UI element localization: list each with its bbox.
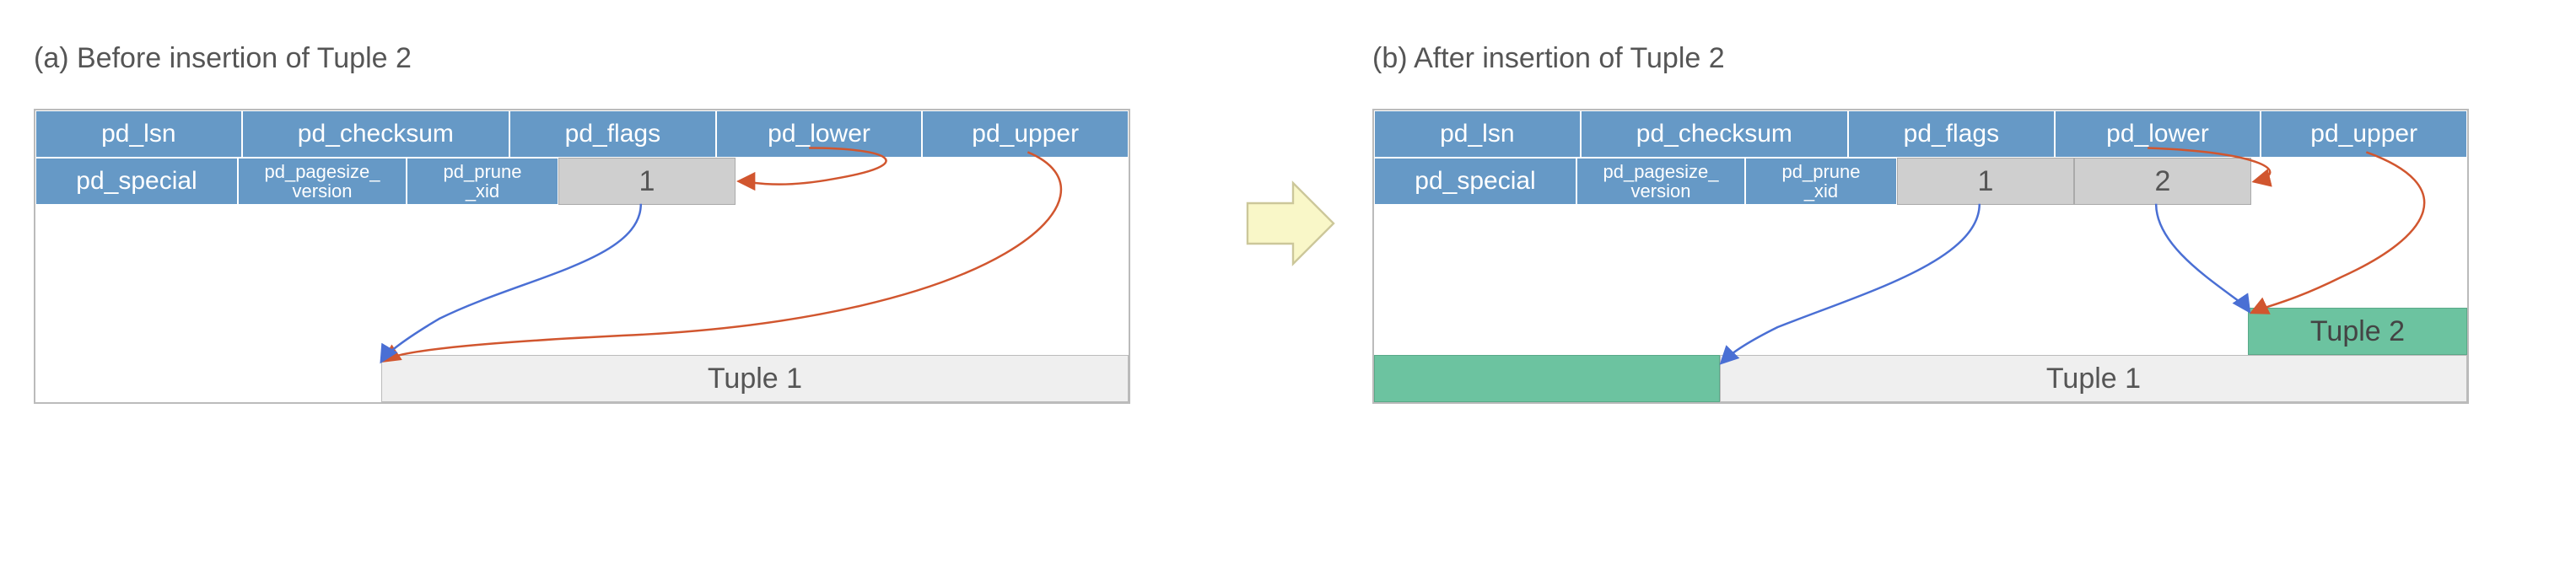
pd-prune-xid: pd_prune _xid	[407, 158, 558, 205]
header-row2-a: pd_special pd_pagesize_ version pd_prune…	[35, 158, 1129, 205]
page-box-after: pd_lsn pd_checksum pd_flags pd_lower pd_…	[1372, 109, 2469, 404]
pd-checksum: pd_checksum	[242, 110, 509, 158]
header-free-a	[736, 158, 1129, 205]
tuple2-overflow	[1374, 355, 1720, 402]
line-pointer-1-b: 1	[1897, 158, 2074, 205]
diagram-row: (a) Before insertion of Tuple 2 pd_lsn p…	[34, 42, 2542, 404]
page-box-before: pd_lsn pd_checksum pd_flags pd_lower pd_…	[34, 109, 1130, 404]
pd-checksum-b: pd_checksum	[1581, 110, 1848, 158]
pd-lower-b: pd_lower	[2055, 110, 2261, 158]
pd-lower: pd_lower	[716, 110, 923, 158]
tuple-row-b: Tuple 1	[1374, 355, 2467, 402]
header-row1-a: pd_lsn pd_checksum pd_flags pd_lower pd_…	[35, 110, 1129, 158]
pd-flags-b: pd_flags	[1848, 110, 2055, 158]
pd-pagesize-version-b: pd_pagesize_ version	[1576, 158, 1745, 205]
line-pointer-1-a: 1	[558, 158, 736, 205]
header-free-b	[2251, 158, 2467, 205]
pd-lsn: pd_lsn	[35, 110, 242, 158]
header-row1-b: pd_lsn pd_checksum pd_flags pd_lower pd_…	[1374, 110, 2467, 158]
tuple-row-a: Tuple 1	[35, 355, 1129, 402]
pd-pagesize-version: pd_pagesize_ version	[238, 158, 407, 205]
pd-flags: pd_flags	[509, 110, 716, 158]
pd-upper: pd_upper	[922, 110, 1129, 158]
panel-b-title: (b) After insertion of Tuple 2	[1372, 42, 2542, 75]
big-arrow-icon	[1237, 173, 1339, 274]
tuple-2-b: Tuple 2	[2248, 308, 2467, 355]
panel-a-title: (a) Before insertion of Tuple 2	[34, 42, 1204, 75]
panel-before: (a) Before insertion of Tuple 2 pd_lsn p…	[34, 42, 1204, 404]
line-pointer-2-b: 2	[2074, 158, 2251, 205]
transition-arrow-block	[1229, 173, 1347, 274]
pd-special: pd_special	[35, 158, 238, 205]
pd-special-b: pd_special	[1374, 158, 1576, 205]
tuple-spacer-a	[35, 355, 381, 402]
pd-upper-b: pd_upper	[2261, 110, 2467, 158]
panel-after: (b) After insertion of Tuple 2 pd_lsn pd…	[1372, 42, 2542, 404]
pd-prune-xid-b: pd_prune _xid	[1745, 158, 1897, 205]
header-row2-b: pd_special pd_pagesize_ version pd_prune…	[1374, 158, 2467, 205]
tuple-1-a: Tuple 1	[381, 355, 1129, 402]
tuple-1-b: Tuple 1	[1720, 355, 2467, 402]
pd-lsn-b: pd_lsn	[1374, 110, 1581, 158]
